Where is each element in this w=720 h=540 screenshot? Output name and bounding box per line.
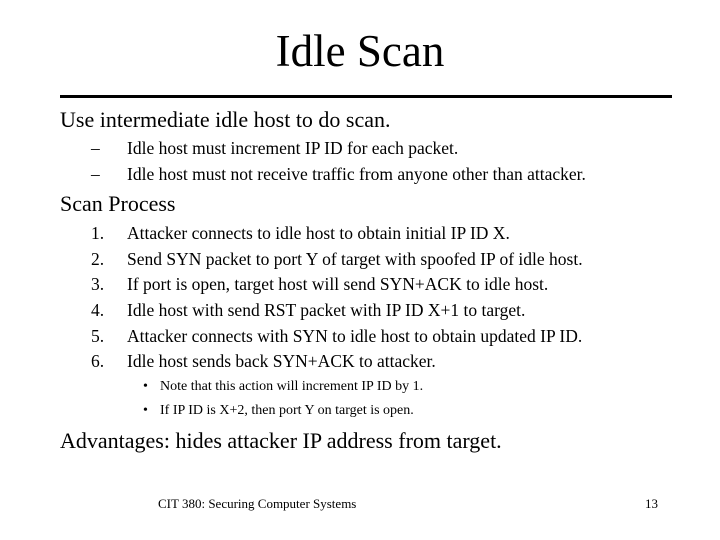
footer-course-title: CIT 380: Securing Computer Systems xyxy=(158,496,357,511)
bullet-icon: • xyxy=(143,403,148,418)
sub-bullet-item: • If IP ID is X+2, then port Y on target … xyxy=(143,401,414,421)
dash-marker: – xyxy=(91,138,100,158)
footer-page-number: 13 xyxy=(645,496,658,511)
numbered-item-text: Attacker connects to idle host to obtain… xyxy=(127,223,510,243)
title-divider xyxy=(60,95,672,98)
sub-bullet-text: Note that this action will increment IP … xyxy=(160,379,424,394)
slide-title: Idle Scan xyxy=(275,26,445,76)
number-marker: 6. xyxy=(91,351,105,371)
number-marker: 2. xyxy=(91,249,105,269)
numbered-item-text: Idle host with send RST packet with IP I… xyxy=(127,300,526,320)
numbered-item: 3. If port is open, target host will send… xyxy=(91,273,548,295)
section-heading-advantages: Advantages: hides attacker IP address fr… xyxy=(60,428,502,453)
dash-marker: – xyxy=(91,164,100,184)
list-item: – Idle host must not receive traffic from… xyxy=(91,163,586,185)
section-heading-idle-host: Use intermediate idle host to do scan. xyxy=(60,107,391,132)
sub-bullet-text: If IP ID is X+2, then port Y on target i… xyxy=(160,403,414,418)
numbered-item-text: Idle host sends back SYN+ACK to attacker… xyxy=(127,351,436,371)
number-marker: 5. xyxy=(91,326,105,346)
numbered-item-text: Attacker connects with SYN to idle host … xyxy=(127,326,583,346)
number-marker: 3. xyxy=(91,274,105,294)
numbered-item-text: Send SYN packet to port Y of target with… xyxy=(127,249,583,269)
section-heading-scan-process: Scan Process xyxy=(60,191,176,216)
numbered-item: 1. Attacker connects to idle host to obta… xyxy=(91,222,510,244)
numbered-item: 2. Send SYN packet to port Y of target wi… xyxy=(91,248,583,270)
numbered-item-text: If port is open, target host will send S… xyxy=(127,274,549,294)
numbered-item: 6. Idle host sends back SYN+ACK to attack… xyxy=(91,350,436,372)
list-item: – Idle host must increment IP ID for each… xyxy=(91,137,458,159)
list-item-text: Idle host must not receive traffic from … xyxy=(127,164,586,184)
bullet-icon: • xyxy=(143,379,148,394)
numbered-item: 5. Attacker connects with SYN to idle hos… xyxy=(91,325,582,347)
list-item-text: Idle host must increment IP ID for each … xyxy=(127,138,459,158)
sub-bullet-item: • Note that this action will increment IP… xyxy=(143,377,423,397)
numbered-item: 4. Idle host with send RST packet with IP… xyxy=(91,299,525,321)
number-marker: 4. xyxy=(91,300,105,320)
number-marker: 1. xyxy=(91,223,105,243)
